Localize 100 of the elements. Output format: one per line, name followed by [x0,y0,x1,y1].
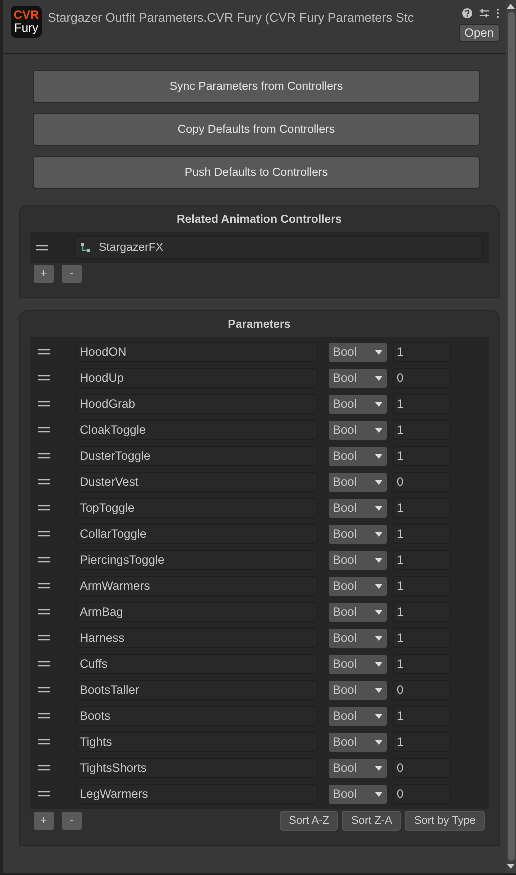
type-dropdown[interactable]: Bool [329,602,387,622]
name-field[interactable]: BootsTaller [76,680,318,700]
type-dropdown[interactable]: Bool [329,420,387,440]
drag-handle-icon[interactable] [38,583,50,589]
drag-handle-icon[interactable] [38,401,50,407]
section-title: Parameters [227,319,292,331]
drag-handle-icon[interactable] [38,427,50,433]
add-button[interactable]: + [34,265,54,283]
action-button[interactable]: Copy Defaults from Controllers [33,113,480,146]
value-field[interactable]: 1 [393,654,451,674]
name-field[interactable]: HoodUp [76,368,318,388]
drag-handle-icon[interactable] [38,453,50,459]
drag-handle-icon[interactable] [38,375,50,381]
name-field[interactable]: HoodGrab [76,394,318,414]
value-field[interactable]: 0 [393,784,451,804]
caret-icon [375,610,383,614]
caret-icon [375,636,383,640]
name-field[interactable]: TightsShorts [76,758,318,778]
caret-icon [375,402,383,406]
drag-handle-icon[interactable] [38,531,50,537]
type-dropdown[interactable]: Bool [329,758,387,778]
value-field[interactable]: 0 [393,758,451,778]
type-dropdown[interactable]: Bool [329,576,387,596]
remove-button[interactable]: - [62,265,82,283]
type-dropdown[interactable]: Bool [329,342,387,362]
value-field[interactable]: 1 [393,524,451,544]
type-dropdown[interactable]: Bool [329,680,387,700]
name-field[interactable]: DusterVest [76,472,318,492]
name-field[interactable]: LegWarmers [76,784,318,804]
type-dropdown[interactable]: Bool [329,368,387,388]
name-field[interactable]: Boots [76,706,318,726]
value-field[interactable]: 0 [393,472,451,492]
drag-handle-icon[interactable] [38,635,50,641]
type-dropdown[interactable]: Bool [329,654,387,674]
drag-handle-icon[interactable] [38,479,50,485]
value-field[interactable]: 0 [393,368,451,388]
name-field[interactable]: HoodON [76,342,318,362]
object-field[interactable]: StargazerFX [74,236,483,259]
drag-handle-icon[interactable] [38,609,50,615]
caret-icon [375,584,383,588]
name-field[interactable]: ArmWarmers [76,576,318,596]
name-field[interactable]: CloakToggle [76,420,318,440]
type-dropdown[interactable]: Bool [329,732,387,752]
type-dropdown[interactable]: Bool [329,498,387,518]
drag-handle-icon[interactable] [36,244,48,250]
value-field[interactable]: 1 [393,446,451,466]
menu-icon[interactable] [496,8,500,19]
sort-button[interactable]: Sort A-Z [280,811,338,831]
name-field[interactable]: Cuffs [76,654,318,674]
drag-handle-icon[interactable] [38,557,50,563]
name-field[interactable]: Harness [76,628,318,648]
value-field[interactable]: 1 [393,420,451,440]
caret-icon [375,480,383,484]
name-field[interactable]: PiercingsToggle [76,550,318,570]
value-field[interactable]: 1 [393,498,451,518]
drag-handle-icon[interactable] [38,505,50,511]
value-field[interactable]: 1 [393,394,451,414]
drag-handle-icon[interactable] [38,765,50,771]
caret-icon [375,740,383,744]
value-field[interactable]: 1 [393,576,451,596]
value-field[interactable]: 1 [393,602,451,622]
caret-icon [375,766,383,770]
type-dropdown[interactable]: Bool [329,628,387,648]
type-dropdown[interactable]: Bool [329,706,387,726]
action-button[interactable]: Push Defaults to Controllers [33,156,480,189]
scroll-up-icon[interactable] [507,4,515,9]
sort-button[interactable]: Sort by Type [405,811,485,831]
value-field[interactable]: 1 [393,628,451,648]
drag-handle-icon[interactable] [38,349,50,355]
name-field[interactable]: DusterToggle [76,446,318,466]
open-button[interactable]: Open [458,24,500,42]
help-icon[interactable] [462,8,473,19]
scroll-down-icon[interactable] [507,864,515,869]
drag-handle-icon[interactable] [38,739,50,745]
drag-handle-icon[interactable] [38,791,50,797]
type-dropdown[interactable]: Bool [329,394,387,414]
name-field[interactable]: Tights [76,732,318,752]
sort-button[interactable]: Sort Z-A [342,811,402,831]
type-dropdown[interactable]: Bool [329,446,387,466]
caret-icon [375,506,383,510]
drag-handle-icon[interactable] [38,713,50,719]
name-field[interactable]: CollarToggle [76,524,318,544]
caret-icon [375,350,383,354]
value-field[interactable]: 1 [393,706,451,726]
add-button[interactable]: + [34,812,54,830]
drag-handle-icon[interactable] [38,661,50,667]
value-field[interactable]: 1 [393,732,451,752]
type-dropdown[interactable]: Bool [329,472,387,492]
type-dropdown[interactable]: Bool [329,550,387,570]
action-button[interactable]: Sync Parameters from Controllers [33,70,480,103]
type-dropdown[interactable]: Bool [329,784,387,804]
remove-button[interactable]: - [62,812,82,830]
type-dropdown[interactable]: Bool [329,524,387,544]
value-field[interactable]: 1 [393,342,451,362]
name-field[interactable]: TopToggle [76,498,318,518]
value-field[interactable]: 1 [393,550,451,570]
value-field[interactable]: 0 [393,680,451,700]
settings-icon[interactable] [479,8,490,19]
name-field[interactable]: ArmBag [76,602,318,622]
drag-handle-icon[interactable] [38,687,50,693]
